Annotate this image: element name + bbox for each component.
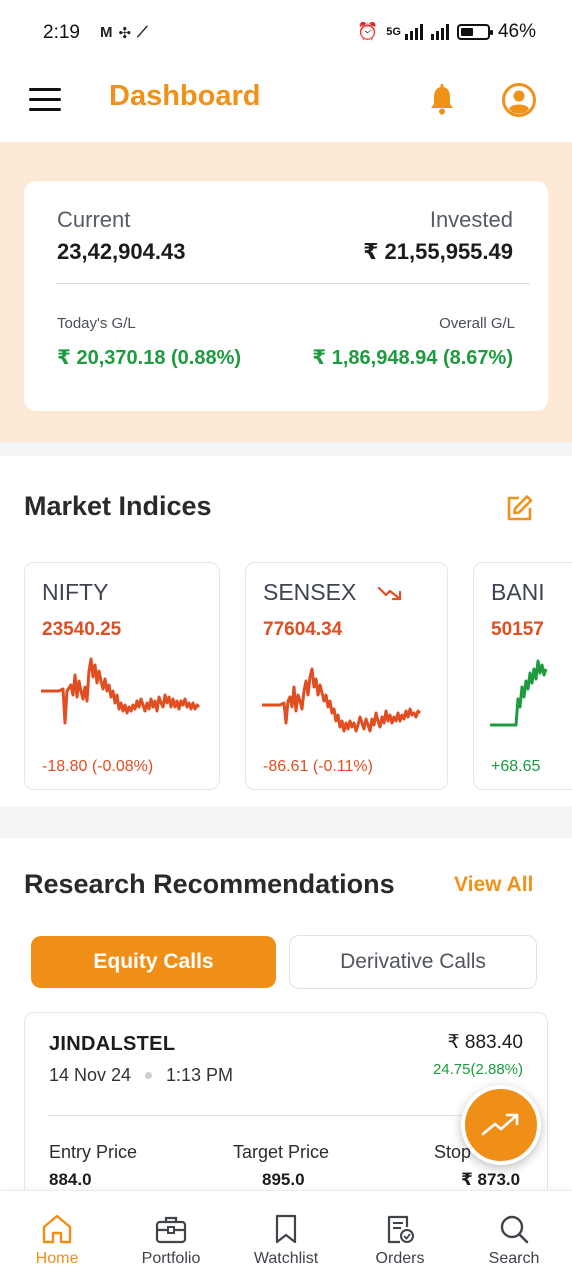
tab-derivative-calls[interactable]: Derivative Calls bbox=[289, 935, 537, 989]
nav-label: Watchlist bbox=[253, 1250, 319, 1267]
gmail-icon: M bbox=[100, 24, 113, 41]
trending-up-icon bbox=[481, 1113, 519, 1136]
index-card-nifty[interactable]: NIFTY 23540.25 -18.80 (-0.08%) bbox=[24, 562, 220, 790]
invested-value: ₹ 21,55,955.49 bbox=[363, 239, 513, 264]
trending-down-icon bbox=[378, 586, 402, 601]
call-time: 1:13 PM bbox=[166, 1065, 234, 1085]
stock-symbol: JINDALSTEL bbox=[49, 1033, 176, 1055]
status-indicators: ⏰ 5G 46% bbox=[357, 21, 536, 43]
bell-icon[interactable] bbox=[428, 84, 456, 116]
separator-dot bbox=[145, 1072, 152, 1079]
portfolio-summary-card: Current 23,42,904.43 Invested ₹ 21,55,95… bbox=[24, 181, 548, 411]
todays-gl-label: Today's G/L bbox=[57, 315, 136, 332]
nav-label: Orders bbox=[375, 1250, 425, 1267]
portfolio-summary-section: Current 23,42,904.43 Invested ₹ 21,55,95… bbox=[0, 142, 572, 442]
app-bar: Dashboard bbox=[0, 66, 572, 142]
status-time: 2:19 bbox=[43, 22, 80, 43]
stop-loss-value: ₹ 873.0 bbox=[461, 1170, 521, 1189]
tab-equity-calls[interactable]: Equity Calls bbox=[31, 936, 276, 988]
index-sparkline bbox=[262, 667, 422, 733]
signal-icon bbox=[404, 24, 423, 40]
market-indices-title: Market Indices bbox=[24, 491, 212, 521]
battery-percent: 46% bbox=[497, 21, 536, 42]
nav-watchlist[interactable]: Watchlist bbox=[229, 1191, 343, 1280]
trade-fab-button[interactable] bbox=[461, 1085, 541, 1165]
target-price-value: 895.0 bbox=[262, 1170, 305, 1189]
nav-home[interactable]: Home bbox=[0, 1191, 114, 1280]
nav-label: Home bbox=[35, 1250, 79, 1267]
research-title: Research Recommendations bbox=[24, 869, 395, 899]
network-label: 5G bbox=[386, 26, 401, 38]
summary-divider bbox=[56, 283, 530, 284]
section-separator bbox=[0, 806, 572, 838]
nav-search[interactable]: Search bbox=[457, 1191, 571, 1280]
nav-orders[interactable]: Orders bbox=[343, 1191, 457, 1280]
menu-icon[interactable] bbox=[29, 88, 61, 114]
index-value: 50157 bbox=[491, 619, 544, 640]
index-name: BANI bbox=[491, 579, 545, 605]
card-divider bbox=[47, 1115, 527, 1116]
profile-icon[interactable] bbox=[501, 82, 537, 118]
todays-gl-value: ₹ 20,370.18 (0.88%) bbox=[57, 347, 242, 369]
index-value: 23540.25 bbox=[42, 619, 122, 640]
stock-change: 24.75(2.88%) bbox=[432, 1061, 523, 1078]
index-change: +68.65 bbox=[491, 758, 541, 775]
alarm-icon: ⏰ bbox=[357, 22, 379, 41]
bookmark-icon bbox=[275, 1214, 297, 1244]
search-icon bbox=[500, 1215, 529, 1244]
call-date: 14 Nov 24 bbox=[49, 1065, 132, 1085]
overall-gl-label: Overall G/L bbox=[439, 315, 515, 332]
battery-icon bbox=[456, 24, 493, 40]
orders-icon bbox=[387, 1215, 414, 1244]
current-label: Current bbox=[57, 207, 131, 232]
overall-gl-value: ₹ 1,86,948.94 (8.67%) bbox=[312, 347, 513, 369]
signal-icon-2 bbox=[430, 24, 449, 40]
view-all-link[interactable]: View All bbox=[454, 873, 533, 897]
section-separator bbox=[0, 442, 572, 456]
index-value: 77604.34 bbox=[263, 619, 343, 640]
index-name: SENSEX bbox=[263, 579, 357, 605]
nav-label: Search bbox=[488, 1250, 540, 1267]
index-sparkline bbox=[490, 659, 548, 727]
index-card-sensex[interactable]: SENSEX 77604.34 -86.61 (-0.11%) bbox=[245, 562, 448, 790]
home-icon bbox=[42, 1214, 72, 1244]
nav-portfolio[interactable]: Portfolio bbox=[114, 1191, 228, 1280]
notification-icons: M ✣ ⟋ bbox=[100, 24, 148, 42]
entry-price-value: 884.0 bbox=[49, 1170, 92, 1189]
nav-label: Portfolio bbox=[141, 1250, 201, 1267]
page-title: Dashboard bbox=[109, 80, 261, 112]
index-card-bank[interactable]: BANI 50157 +68.65 bbox=[473, 562, 572, 790]
status-bar: 2:19 M ✣ ⟋ ⏰ 5G 46% bbox=[0, 0, 572, 66]
index-name: NIFTY bbox=[42, 579, 109, 605]
index-sparkline bbox=[41, 657, 201, 725]
target-price-label: Target Price bbox=[233, 1142, 330, 1162]
edit-icon[interactable] bbox=[505, 494, 533, 522]
stock-price: ₹ 883.40 bbox=[447, 1032, 523, 1053]
bottom-nav: Home Portfolio Watchlist Orders Search bbox=[0, 1190, 572, 1280]
slack-icon: ✣ bbox=[118, 25, 132, 42]
briefcase-icon bbox=[155, 1216, 187, 1244]
entry-price-label: Entry Price bbox=[49, 1142, 138, 1162]
index-change: -86.61 (-0.11%) bbox=[263, 758, 373, 775]
invested-label: Invested bbox=[429, 207, 513, 232]
current-value: 23,42,904.43 bbox=[57, 239, 186, 264]
app-icon: ⟋ bbox=[137, 24, 148, 41]
index-change: -18.80 (-0.08%) bbox=[42, 758, 154, 775]
